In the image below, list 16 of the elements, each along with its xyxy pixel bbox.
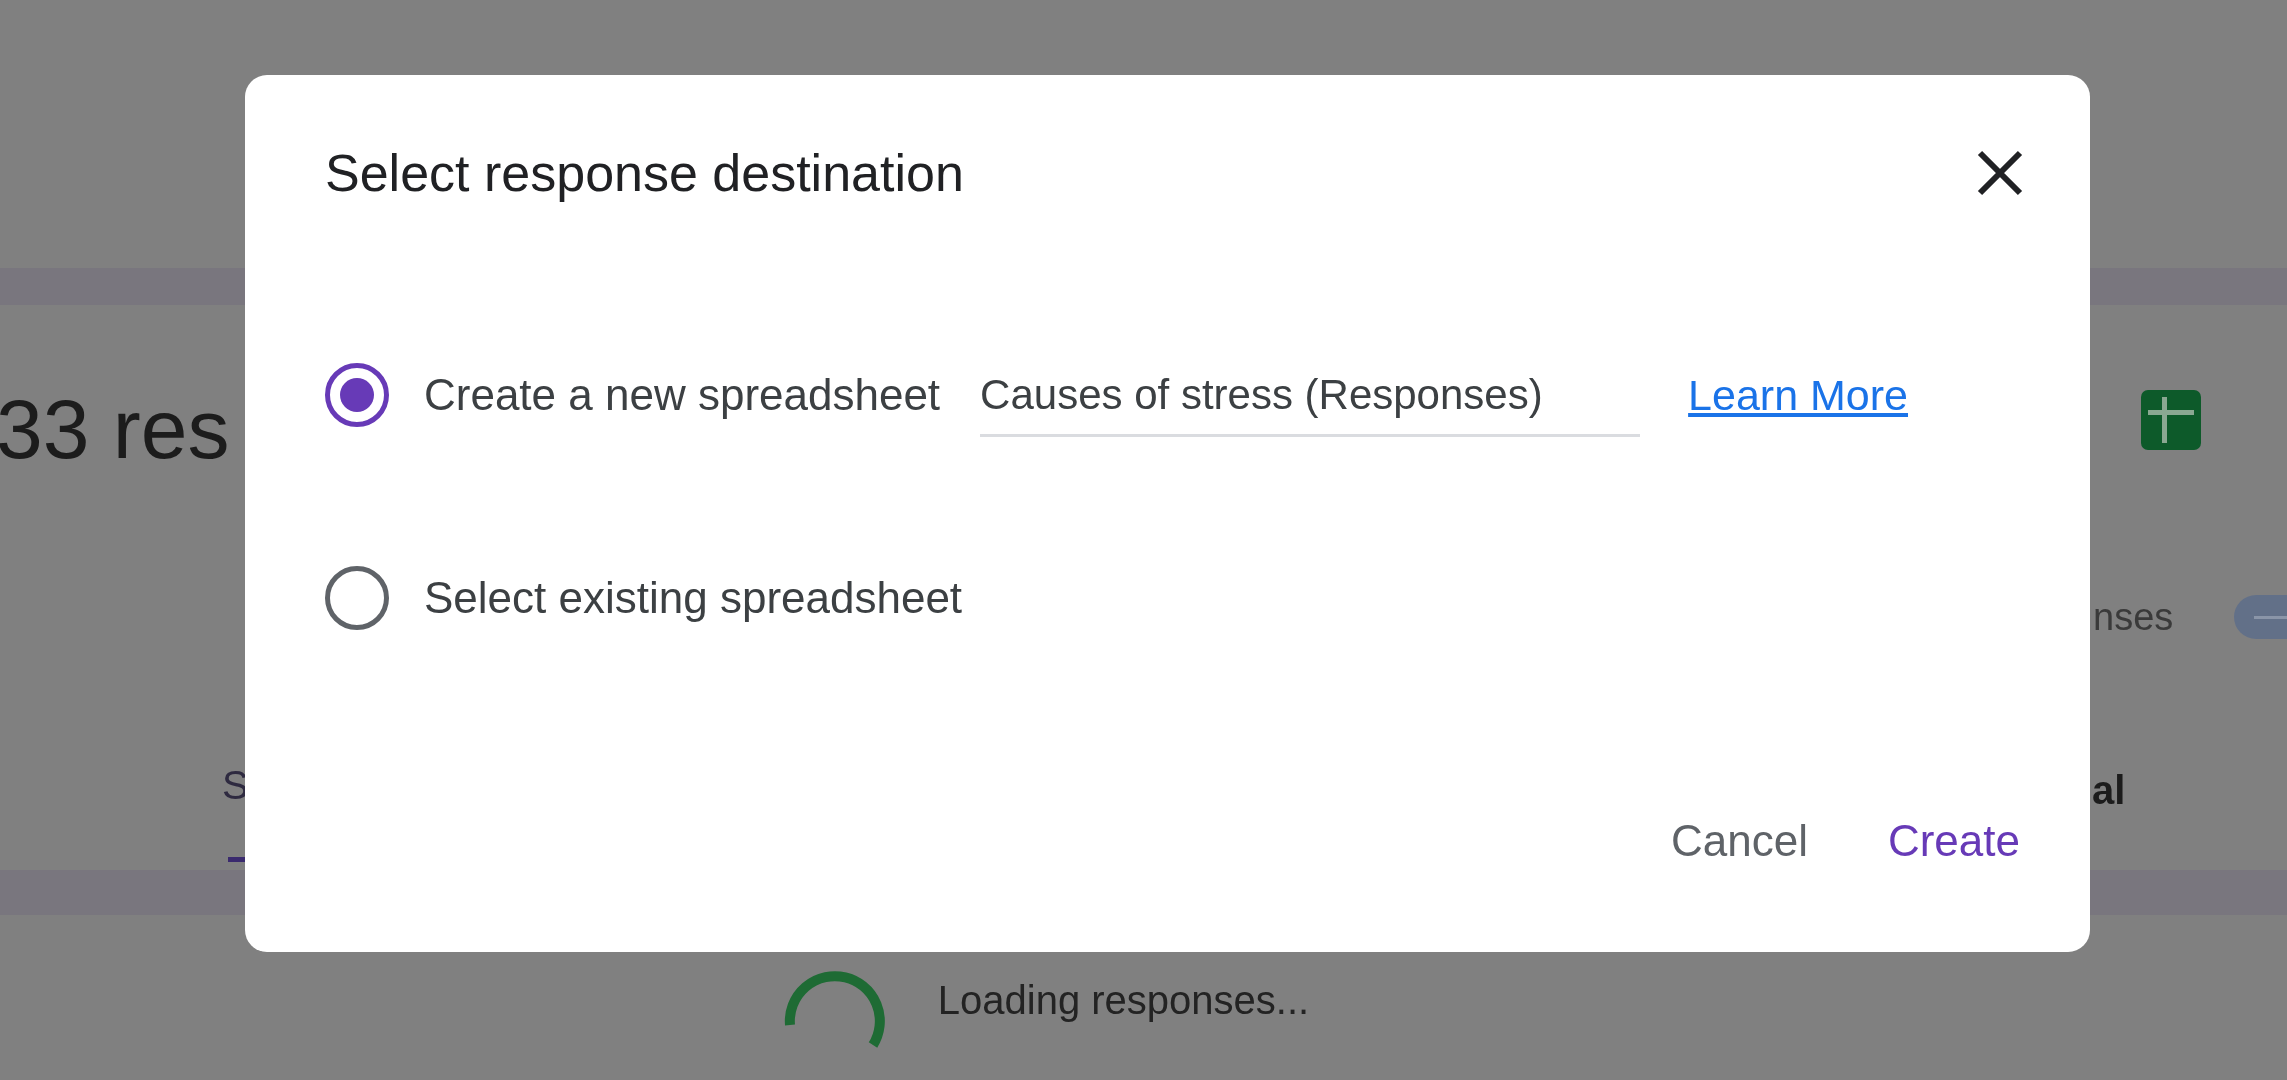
toggle-switch[interactable]	[2234, 595, 2287, 639]
learn-more-link[interactable]: Learn More	[1688, 362, 1908, 428]
column-label: al	[2092, 770, 2126, 810]
loading-text: Loading responses...	[937, 977, 1310, 1024]
tab-indicator	[228, 857, 246, 862]
radio-button[interactable]	[325, 363, 389, 427]
close-icon[interactable]	[1975, 148, 2025, 198]
spreadsheet-icon[interactable]	[2141, 390, 2201, 450]
dialog-title: Select response destination	[325, 145, 964, 201]
create-button[interactable]: Create	[1872, 798, 2035, 884]
cancel-button[interactable]: Cancel	[1655, 798, 1823, 884]
option-label[interactable]: Select existing spreadsheet	[424, 565, 963, 631]
option-label[interactable]: Create a new spreadsheet	[424, 362, 941, 428]
spreadsheet-name-field[interactable]: Causes of stress (Responses)	[980, 363, 1641, 437]
radio-button[interactable]	[325, 566, 389, 630]
responses-label: nses	[2093, 598, 2174, 636]
